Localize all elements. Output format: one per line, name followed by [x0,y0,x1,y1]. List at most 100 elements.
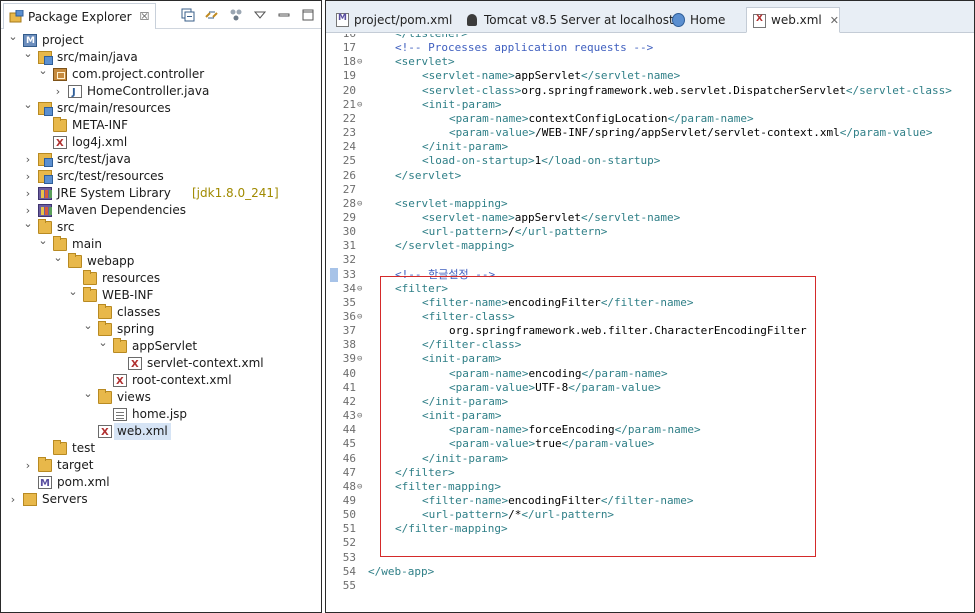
tree-item-root-context-xml[interactable]: root-context.xml [1,372,321,390]
tree-item-pom-xml[interactable]: pom.xml [1,474,321,492]
tree-item-maven-dependencies[interactable]: › Maven Dependencies [1,202,321,219]
code-text: <param-name>contextConfigLocation</param… [449,112,754,126]
code-text: <filter-name>encodingFilter</filter-name… [422,296,694,310]
minimize-icon[interactable] [276,7,291,22]
xml-tag: </param-name> [614,423,701,437]
focus-icon[interactable] [228,7,243,22]
tab-home[interactable]: Home [666,7,725,33]
code-line: 23 <param-value>/WEB-INF/spring/appServle… [326,126,974,140]
pom-file-icon [38,475,52,492]
collapsed-arrow-icon[interactable]: › [22,185,34,202]
view-menu-icon[interactable] [252,7,267,22]
code-text: </listener> [395,34,468,41]
code-area[interactable]: 16 </listener> 17 <!-- Processes applicatio… [326,34,974,612]
tree-item-servers[interactable]: › Servers [1,491,321,508]
tree-item-views[interactable]: ⌄ views [1,387,321,406]
xml-tag: </filter-name> [600,493,694,507]
expanded-arrow-icon[interactable]: ⌄ [22,215,34,232]
line-number: 55 [342,578,356,592]
expanded-arrow-icon[interactable]: ⌄ [22,96,34,113]
fold-toggle-icon[interactable]: ⊖ [357,310,362,324]
code-line: 25 <load-on-startup>1</load-on-startup> [326,154,974,168]
editor-tab-bar: project/pom.xml Tomcat v8.5 Server at loc… [326,1,974,33]
expanded-arrow-icon[interactable]: ⌄ [52,249,64,266]
xml-tag: </url-pattern> [521,508,615,522]
xml-tag: </servlet-mapping> [395,239,515,253]
code-line: 38 </filter-class> [326,338,974,352]
code-text: <!-- 한글설정 --> [395,268,495,282]
code-line: 31 </servlet-mapping> [326,239,974,253]
tab-tomcat-server[interactable]: Tomcat v8.5 Server at localhost [460,7,674,33]
expanded-arrow-icon[interactable]: ⌄ [37,62,49,79]
fold-toggle-icon[interactable]: ⊖ [357,55,362,69]
tree-item-label: HomeController.java [87,84,210,98]
tree-item-com-project-controller[interactable]: ⌄ com.project.controller [1,64,321,83]
tab-pom-xml[interactable]: project/pom.xml [330,7,452,33]
maximize-icon[interactable] [300,7,315,22]
xml-tab-icon [753,14,766,28]
collapse-all-icon[interactable] [180,7,195,22]
code-text: <url-pattern>/</url-pattern> [422,225,607,239]
xml-tag: </filter-mapping> [395,522,508,536]
fold-toggle-icon[interactable]: ⊖ [357,282,362,296]
code-line: 55 [326,579,974,593]
tree-item-home-jsp[interactable]: home.jsp [1,406,321,423]
code-line: 33 <!-- 한글설정 --> [326,267,974,282]
collapsed-arrow-icon[interactable]: › [22,168,34,185]
fold-toggle-icon[interactable]: ⊖ [357,409,362,423]
fold-toggle-icon[interactable]: ⊖ [357,480,362,494]
expanded-arrow-icon[interactable]: ⌄ [82,317,94,334]
expanded-arrow-icon[interactable]: ⌄ [22,45,34,62]
xml-file-icon [128,356,142,373]
expanded-arrow-icon[interactable]: ⌄ [37,232,49,249]
tree-item-appservlet[interactable]: ⌄ appServlet [1,336,321,355]
tree-item-src-main-resources[interactable]: ⌄ src/main/resources [1,98,321,117]
xml-tag: <param-name> [449,366,529,380]
link-with-editor-icon[interactable] [204,7,219,22]
xml-tag: </param-name> [581,366,668,380]
tree-item-log4j-xml[interactable]: log4j.xml [1,134,321,152]
tree-item-webapp[interactable]: ⌄ webapp [1,251,321,270]
tree-item-web-xml[interactable]: web.xml [1,423,321,441]
expanded-arrow-icon[interactable]: ⌄ [97,334,109,351]
tree-item-src[interactable]: ⌄ src [1,217,321,236]
expanded-arrow-icon[interactable]: ⌄ [67,283,79,300]
xml-tag: <filter-mapping> [395,479,501,493]
collapsed-arrow-icon[interactable]: › [22,151,34,168]
line-number: 37 [342,324,356,338]
tree-item-jre-system-library[interactable]: › JRE System Library [jdk1.8.0_241] [1,185,321,202]
tree-item-web-inf[interactable]: ⌄ WEB-INF [1,285,321,304]
fold-toggle-icon[interactable]: ⊖ [357,352,362,366]
expanded-arrow-icon[interactable]: ⌄ [82,385,94,402]
code-line: 16 </listener> [326,34,974,41]
tree-item-test[interactable]: test [1,440,321,457]
tree-item-spring[interactable]: ⌄ spring [1,319,321,338]
library-icon [38,204,52,217]
collapsed-arrow-icon[interactable]: › [22,457,34,474]
tree-item-resources[interactable]: resources [1,270,321,287]
expanded-arrow-icon[interactable]: ⌄ [7,28,19,45]
line-number: 38 [342,338,356,352]
tree-item-target[interactable]: › target [1,457,321,474]
close-icon[interactable]: ☒ [140,10,150,23]
tree-item-src-main-java[interactable]: ⌄ src/main/java [1,47,321,66]
tree-item-homecontroller-java[interactable]: › HomeController.java [1,83,321,101]
code-text: <servlet-class>org.springframework.web.s… [422,84,952,98]
close-tab-icon[interactable]: ✕ [830,14,839,27]
tree-item-main[interactable]: ⌄ main [1,234,321,253]
fold-toggle-icon[interactable]: ⊖ [357,197,362,211]
tab-package-explorer[interactable]: Package Explorer ☒ [3,3,157,29]
tree-item-classes[interactable]: classes [1,304,321,321]
tab-web-xml[interactable]: web.xml ✕ [746,7,840,33]
fold-toggle-icon[interactable]: ⊖ [357,98,362,112]
xml-tag: </servlet-class> [845,83,952,97]
xml-tag: <init-param> [422,352,502,366]
collapsed-arrow-icon[interactable]: › [52,83,64,100]
code-text: <param-value>true</param-value> [449,437,654,451]
tree-item-servlet-context-xml[interactable]: servlet-context.xml [1,355,321,373]
collapsed-arrow-icon[interactable]: › [7,491,19,508]
tree-item-project[interactable]: ⌄ project [1,30,321,50]
tree-item-src-test-resources[interactable]: › src/test/resources [1,168,321,185]
tree-item-src-test-java[interactable]: › src/test/java [1,151,321,168]
tree-item-meta-inf[interactable]: META-INF [1,117,321,134]
